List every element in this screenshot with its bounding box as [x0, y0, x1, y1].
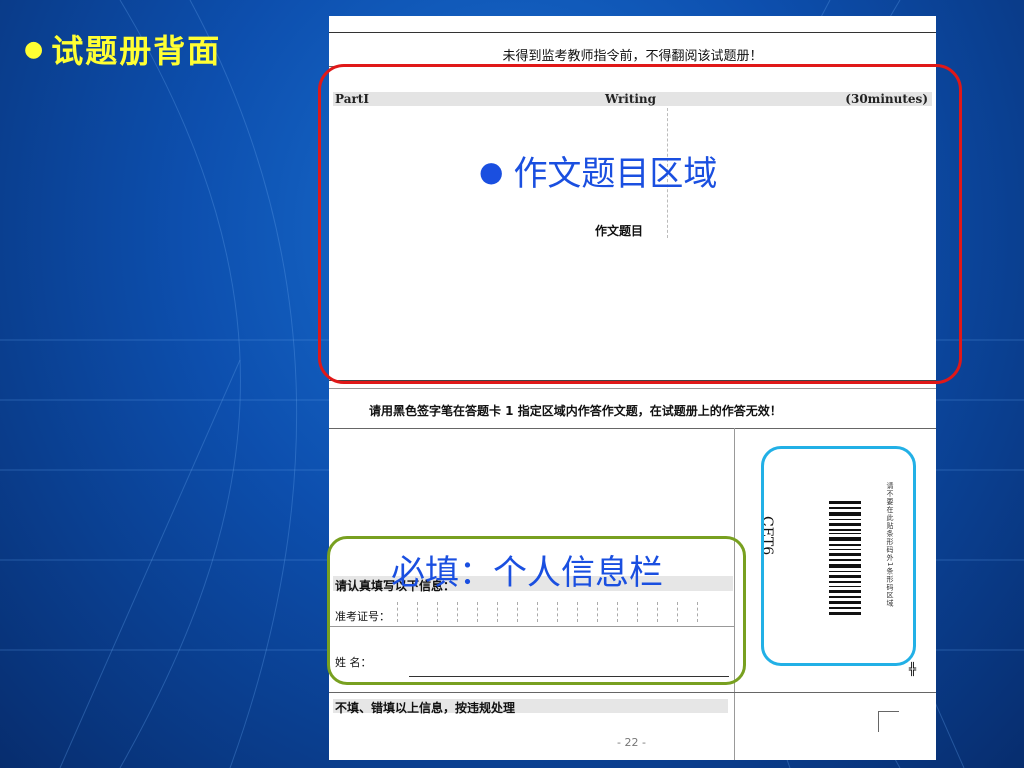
info-area-label: 必填：个人信息栏: [391, 553, 663, 593]
corner-mark: [878, 711, 899, 732]
notice-text: 未得到监考教师指令前，不得翻阅该试题册！: [502, 49, 763, 64]
bullet-icon: ●: [24, 36, 46, 62]
writing-area-text: 作文题目区域: [513, 154, 718, 194]
page-number: - 22 -: [617, 736, 646, 749]
slide-title: ● 试题册背面: [24, 26, 221, 72]
barcode-area-highlight: [761, 446, 916, 666]
top-rule: [329, 32, 936, 33]
sign-note: 请用黑色签字笔在答题卡 1 指定区域内作答作文题，在试题册上的作答无效！: [369, 404, 782, 418]
bullet-icon: ●: [479, 155, 504, 188]
pin-icon: ╬: [909, 662, 917, 676]
writing-bottom-rule-2: [329, 388, 936, 389]
slide-title-text: 试题册背面: [51, 32, 222, 70]
writing-area-label: ● 作文题目区域: [479, 146, 717, 195]
writing-area-highlight: [318, 64, 962, 384]
sign-note-rule: [329, 428, 936, 429]
warning-rule: [329, 692, 936, 693]
warning-label: 不填、错填以上信息，按违规处理: [335, 701, 516, 715]
